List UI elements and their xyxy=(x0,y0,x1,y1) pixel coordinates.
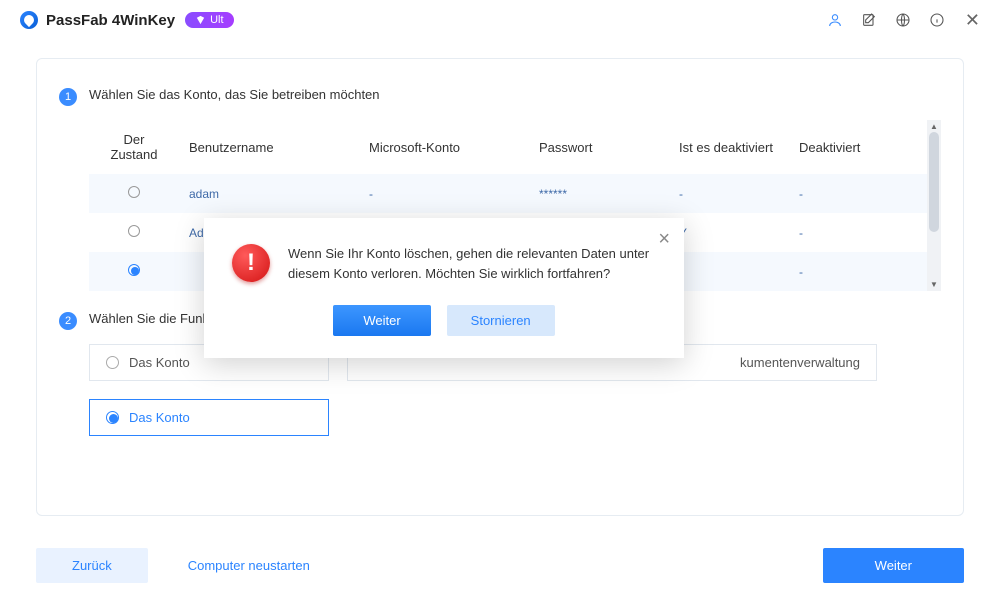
col-deact: Ist es deaktiviert xyxy=(669,120,789,174)
option-3[interactable]: Das Konto xyxy=(89,399,329,436)
cell-deact: - xyxy=(669,252,789,291)
cell-deact: Y xyxy=(669,213,789,252)
globe-icon[interactable] xyxy=(889,6,917,34)
col-ms: Microsoft-Konto xyxy=(359,120,529,174)
option-label: Das Konto xyxy=(129,410,190,425)
dialog-continue-button[interactable]: Weiter xyxy=(333,305,430,336)
dialog-close-icon[interactable]: × xyxy=(658,228,670,251)
app-title: PassFab 4WinKey xyxy=(46,12,175,29)
col-state: Der Zustand xyxy=(89,120,179,174)
col-locked: Deaktiviert xyxy=(789,120,927,174)
scroll-down-icon[interactable]: ▼ xyxy=(930,280,938,289)
step-2-badge: 2 xyxy=(59,312,77,330)
app-logo-icon xyxy=(20,11,38,29)
step-1-badge: 1 xyxy=(59,88,77,106)
restart-link[interactable]: Computer neustarten xyxy=(188,558,310,573)
cell-ms: - xyxy=(359,174,529,213)
option-radio[interactable] xyxy=(106,356,119,369)
cell-locked: - xyxy=(789,213,927,252)
cell-locked: - xyxy=(789,174,927,213)
cell-locked: - xyxy=(789,252,927,291)
option-label: Das Konto xyxy=(129,355,190,370)
cell-pass: ****** xyxy=(529,174,669,213)
cell-user: adam xyxy=(179,174,359,213)
option-label: kumentenverwaltung xyxy=(740,355,860,370)
scroll-up-icon[interactable]: ▲ xyxy=(930,122,938,131)
diamond-icon xyxy=(195,15,206,26)
row-radio[interactable] xyxy=(128,225,140,237)
scroll-thumb[interactable] xyxy=(929,132,939,232)
edition-text: Ult xyxy=(210,14,223,26)
table-scrollbar[interactable]: ▲ ▼ xyxy=(927,120,941,291)
row-radio[interactable] xyxy=(128,264,140,276)
titlebar: PassFab 4WinKey Ult ✕ xyxy=(0,0,1000,40)
edition-badge: Ult xyxy=(185,12,233,28)
col-pass: Passwort xyxy=(529,120,669,174)
next-button[interactable]: Weiter xyxy=(823,548,964,583)
table-header-row: Der Zustand Benutzername Microsoft-Konto… xyxy=(89,120,927,174)
col-user: Benutzername xyxy=(179,120,359,174)
account-icon[interactable] xyxy=(821,6,849,34)
cell-deact: - xyxy=(669,174,789,213)
row-radio[interactable] xyxy=(128,186,140,198)
option-radio[interactable] xyxy=(106,411,119,424)
back-button[interactable]: Zurück xyxy=(36,548,148,583)
warning-icon: ! xyxy=(232,244,270,282)
confirm-dialog: × ! Wenn Sie Ihr Konto löschen, gehen di… xyxy=(204,218,684,358)
window-close-icon[interactable]: ✕ xyxy=(965,10,980,31)
edit-icon[interactable] xyxy=(855,6,883,34)
step-1-header: 1 Wählen Sie das Konto, das Sie betreibe… xyxy=(59,87,941,106)
step-1-title: Wählen Sie das Konto, das Sie betreiben … xyxy=(89,87,380,102)
dialog-cancel-button[interactable]: Stornieren xyxy=(447,305,555,336)
table-row[interactable]: adam - ****** - - xyxy=(89,174,927,213)
footer-bar: Zurück Computer neustarten Weiter xyxy=(0,530,1000,600)
dialog-message: Wenn Sie Ihr Konto löschen, gehen die re… xyxy=(288,244,656,283)
info-icon[interactable] xyxy=(923,6,951,34)
